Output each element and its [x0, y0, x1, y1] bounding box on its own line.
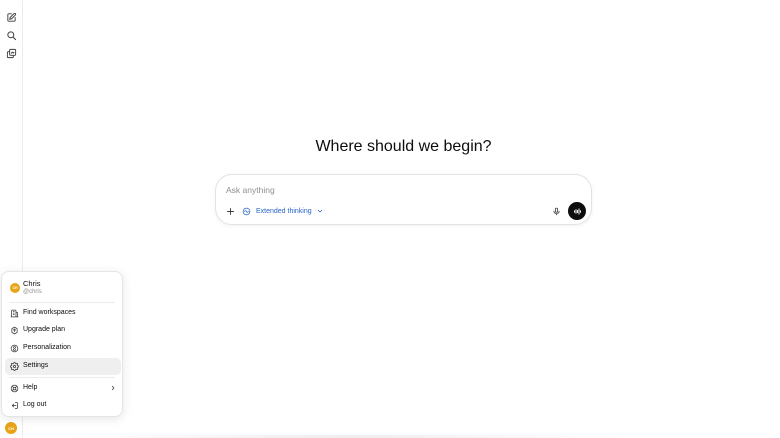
- avatar[interactable]: CH: [5, 422, 17, 434]
- gear-icon: [10, 362, 19, 371]
- page-title: Where should we begin?: [315, 138, 492, 155]
- new-chat-icon: [7, 12, 17, 22]
- search-icon: [7, 31, 17, 41]
- personalization-icon: [10, 344, 19, 353]
- help-icon: [10, 384, 19, 393]
- user-name: Chris: [23, 279, 41, 288]
- menu-item-personalization[interactable]: Personalization: [5, 340, 121, 357]
- divider: [9, 377, 115, 378]
- menu-item-log-out[interactable]: Log out: [5, 397, 121, 414]
- voice-mode-button[interactable]: [568, 202, 586, 220]
- library-button[interactable]: [4, 46, 19, 61]
- building-icon: [10, 309, 19, 318]
- menu-item-upgrade-plan[interactable]: Upgrade plan: [5, 322, 121, 339]
- menu-item-label: Help: [23, 384, 38, 391]
- plus-icon: [226, 207, 234, 215]
- microphone-icon: [552, 207, 560, 215]
- account-menu: CH Chris @chris Find workspaces Upgrade …: [1, 271, 123, 417]
- menu-item-label: Find workspaces: [23, 309, 76, 316]
- chevron-right-icon: [110, 385, 116, 391]
- chevron-down-icon: [315, 208, 323, 214]
- dictate-button[interactable]: [550, 205, 562, 217]
- new-chat-button[interactable]: [4, 10, 19, 25]
- user-handle: @chris: [23, 289, 42, 295]
- waveform-icon: [573, 207, 581, 215]
- menu-item-label: Log out: [23, 401, 47, 408]
- menu-item-find-workspaces[interactable]: Find workspaces: [5, 305, 121, 322]
- thinking-icon: [242, 207, 251, 216]
- menu-item-label: Settings: [23, 362, 49, 369]
- logout-icon: [10, 401, 19, 410]
- prompt-composer: Extended thinking: [215, 174, 592, 225]
- menu-item-settings[interactable]: Settings: [5, 358, 121, 375]
- menu-item-label: Personalization: [23, 344, 71, 351]
- upgrade-icon: [10, 326, 19, 335]
- add-attachment-button[interactable]: [224, 205, 236, 217]
- search-button[interactable]: [4, 28, 19, 43]
- extended-thinking-label: Extended thinking: [256, 207, 312, 215]
- divider: [9, 302, 115, 303]
- menu-item-help[interactable]: Help: [5, 380, 121, 397]
- prompt-input[interactable]: [226, 183, 526, 197]
- menu-item-label: Upgrade plan: [23, 326, 66, 333]
- library-icon: [6, 48, 17, 59]
- avatar: CH: [10, 283, 20, 293]
- extended-thinking-selector[interactable]: Extended thinking: [242, 204, 323, 218]
